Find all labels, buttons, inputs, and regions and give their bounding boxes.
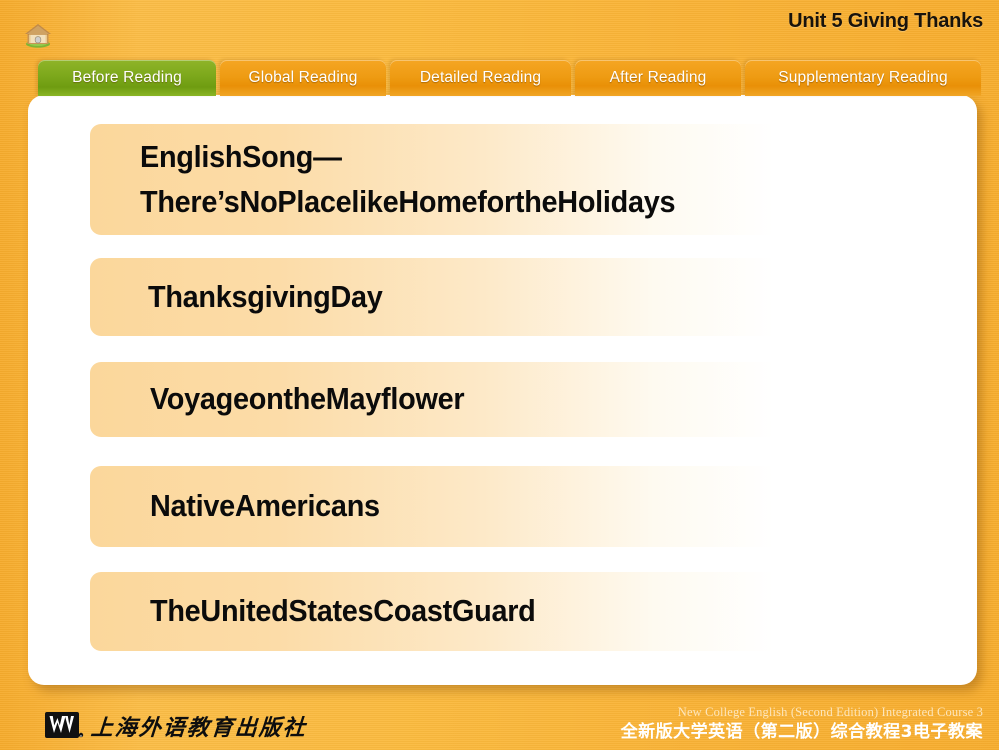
- course-title-english: New College English (Second Edition) Int…: [677, 704, 983, 719]
- tab-before-reading[interactable]: Before Reading: [38, 60, 216, 96]
- tab-global-reading[interactable]: Global Reading: [220, 60, 386, 96]
- list-item[interactable]: ThanksgivingDay: [90, 258, 945, 336]
- tab-after-reading[interactable]: After Reading: [575, 60, 741, 96]
- list-item[interactable]: EnglishSong— There’sNoPlacelikeHomeforth…: [90, 124, 945, 235]
- publisher-name: 上海外语教育出版社: [90, 715, 308, 740]
- list-item[interactable]: VoyageontheMayflower: [90, 362, 945, 437]
- list-item-label: NativeAmericans: [150, 488, 380, 524]
- navigation-tabs: Before Reading Global Reading Detailed R…: [0, 60, 999, 96]
- slide-footer: R 上海外语教育出版社 New College English (Second …: [0, 688, 999, 750]
- course-title-chinese: 全新版大学英语（第二版）综合教程3电子教案: [620, 722, 983, 743]
- content-panel: EnglishSong— There’sNoPlacelikeHomeforth…: [28, 95, 977, 685]
- tab-supplementary-reading[interactable]: Supplementary Reading: [745, 60, 981, 96]
- publisher-logo: R 上海外语教育出版社: [44, 710, 308, 742]
- page-title: Unit 5 Giving Thanks: [788, 10, 983, 32]
- list-item[interactable]: NativeAmericans: [90, 466, 945, 547]
- list-item[interactable]: TheUnitedStatesCoastGuard: [90, 572, 945, 651]
- list-item-label: EnglishSong— There’sNoPlacelikeHomeforth…: [140, 139, 676, 219]
- tab-detailed-reading[interactable]: Detailed Reading: [390, 60, 571, 96]
- publisher-w-mark: R: [45, 712, 84, 738]
- home-icon[interactable]: [22, 20, 54, 48]
- course-info: New College English (Second Edition) Int…: [621, 703, 983, 744]
- list-item-label: VoyageontheMayflower: [150, 381, 465, 417]
- list-item-label: TheUnitedStatesCoastGuard: [150, 593, 536, 629]
- svg-text:R: R: [80, 734, 82, 738]
- list-item-label: ThanksgivingDay: [148, 278, 383, 314]
- slide-header: Unit 5 Giving Thanks: [0, 0, 999, 52]
